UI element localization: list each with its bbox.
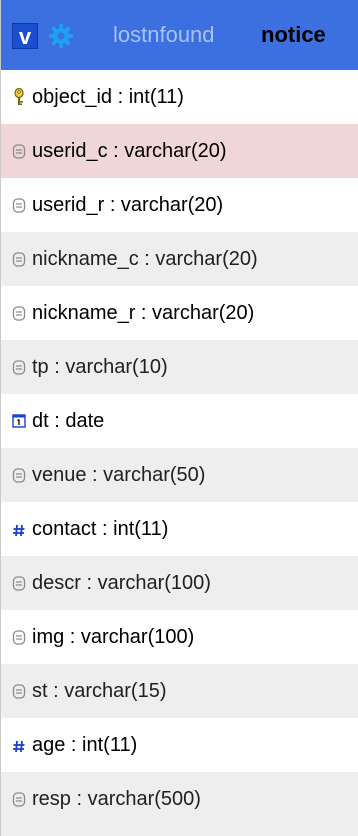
field-label: tp : varchar(10) (32, 356, 168, 378)
text-field-icon (10, 303, 28, 323)
field-row-userid-c[interactable]: userid_c : varchar(20) (1, 124, 358, 178)
field-label: img : varchar(100) (32, 626, 195, 648)
field-label: nickname_r : varchar(20) (32, 302, 255, 324)
field-label: resp : varchar(500) (32, 788, 201, 810)
field-row-userid-r[interactable]: userid_r : varchar(20) (1, 178, 358, 232)
table-header[interactable]: v lostnfound notice (1, 0, 358, 70)
field-label: descr : varchar(100) (32, 572, 211, 594)
field-row-st[interactable]: st : varchar(15) (1, 664, 358, 718)
field-row-tp[interactable]: tp : varchar(10) (1, 340, 358, 394)
database-name: lostnfound (113, 22, 215, 47)
text-field-icon (10, 465, 28, 485)
text-field-icon (10, 573, 28, 593)
field-row-object-id[interactable]: object_id : int(11) (1, 70, 358, 124)
field-label: st : varchar(15) (32, 680, 167, 702)
hash-icon (10, 735, 28, 755)
text-field-icon (10, 141, 28, 161)
field-row-age[interactable]: age : int(11) (1, 718, 358, 772)
field-row-venue[interactable]: venue : varchar(50) (1, 448, 358, 502)
calendar-icon (10, 411, 28, 431)
field-label: venue : varchar(50) (32, 464, 206, 486)
db-table-card: v lostnfound notice object_id: int(11) … (0, 0, 358, 836)
field-row-descr[interactable]: descr : varchar(100) (1, 556, 358, 610)
field-label: nickname_c : varchar(20) (32, 248, 258, 270)
field-label: object_id : int(11) (32, 86, 184, 108)
field-label: contact : int(11) (32, 518, 169, 540)
field-label: age : int(11) (32, 734, 138, 756)
gear-icon[interactable] (47, 22, 75, 50)
field-row-dt[interactable]: dt : date (1, 394, 358, 448)
text-field-icon (10, 357, 28, 377)
field-row-nickname-c[interactable]: nickname_c : varchar(20) (1, 232, 358, 286)
field-row-contact[interactable]: contact : int(11) (1, 502, 358, 556)
field-row-img[interactable]: img : varchar(100) (1, 610, 358, 664)
text-field-icon (10, 789, 28, 809)
field-label: dt : date (32, 410, 105, 432)
field-label: userid_c : varchar(20) (32, 140, 227, 162)
field-row-nickname-r[interactable]: nickname_r : varchar(20) (1, 286, 358, 340)
key-icon (10, 87, 28, 107)
text-field-icon (10, 681, 28, 701)
hash-icon (10, 519, 28, 539)
text-field-icon (10, 249, 28, 269)
collapse-toggle-button[interactable]: v (12, 23, 38, 49)
field-row-resp[interactable]: resp : varchar(500) (1, 772, 358, 836)
table-name[interactable]: notice (261, 20, 326, 50)
field-label: userid_r : varchar(20) (32, 194, 224, 216)
text-field-icon (10, 627, 28, 647)
text-field-icon (10, 195, 28, 215)
